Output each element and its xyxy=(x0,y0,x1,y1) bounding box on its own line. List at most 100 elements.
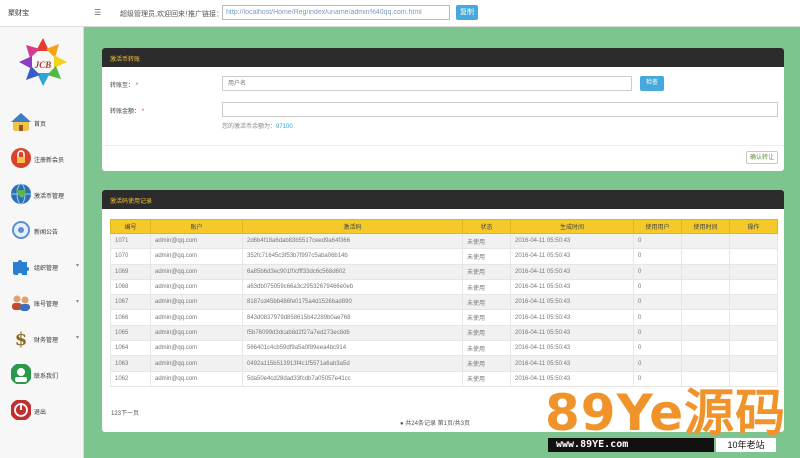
table-cell xyxy=(729,278,778,296)
table-cell xyxy=(681,309,730,326)
news-icon xyxy=(12,221,30,239)
table-row: 1067 admin@qq.com 8187cd45bb486fe0175a4d15… xyxy=(110,294,778,311)
watermark-url: www.89YE.com xyxy=(548,438,714,452)
svg-text:JCB: JCB xyxy=(34,60,52,70)
pagination-bullet: ● xyxy=(400,421,404,427)
sidebar: JCB 首页 注册新会员 激活币管理 新闻公告 组织管理 ▾ 账号管理 ▾ $ … xyxy=(0,27,84,458)
table-cell: 未使用 xyxy=(462,340,511,357)
table-cell: 2016-04-11 05:50:43 xyxy=(510,340,634,357)
table-cell: 843d0837979d858615b42289b0ae768 xyxy=(242,309,463,326)
sidebar-item-home[interactable]: 首页 xyxy=(0,107,84,143)
sidebar-item-news[interactable]: 新闻公告 xyxy=(0,215,84,251)
table-cell: 未使用 xyxy=(462,309,511,326)
table-cell xyxy=(681,278,730,296)
welcome-text: 超级管理员,欢迎回来！ xyxy=(120,11,192,18)
table-cell: 8187cd45bb486fe0175a4d1526bad890 xyxy=(242,294,463,311)
table-cell: 1066 xyxy=(110,309,151,326)
table-cell: 0 xyxy=(633,324,682,342)
copy-link-button[interactable]: 复制 xyxy=(456,5,478,20)
table-cell: 2016-04-11 05:50:43 xyxy=(510,278,634,296)
table-cell: 未使用 xyxy=(462,263,511,280)
transfer-to-label: 转账至： * xyxy=(110,83,139,89)
table-cell: 1070 xyxy=(110,248,151,265)
transfer-to-input[interactable] xyxy=(222,76,632,91)
sidebar-item-label: 新闻公告 xyxy=(34,230,59,236)
table-row: 1064 admin@qq.com 566401c4cb59df9a5a0f89ee… xyxy=(110,340,778,357)
check-button[interactable]: 检查 xyxy=(640,76,664,91)
sidebar-item-label: 首页 xyxy=(34,122,47,128)
table-cell: 未使用 xyxy=(462,370,511,387)
sidebar-item-label: 注册新会员 xyxy=(34,158,65,164)
confirm-transfer-button[interactable]: 确认转让 xyxy=(746,151,778,164)
table-cell: 未使用 xyxy=(462,232,511,250)
sidebar-item-label: 账号管理 xyxy=(34,302,59,308)
table-row: 1070 admin@qq.com 352fc71645c3f53b7f997c5a… xyxy=(110,248,778,265)
table-cell: 未使用 xyxy=(462,248,511,265)
table-cell xyxy=(729,232,778,250)
transfer-amount-input[interactable] xyxy=(222,102,778,117)
power-icon xyxy=(11,400,31,420)
column-header: 使用用户 xyxy=(633,219,682,234)
sidebar-item-account[interactable]: 账号管理 ▾ xyxy=(0,287,84,323)
menu-toggle-icon[interactable]: ☰ xyxy=(94,8,101,17)
column-header: 状态 xyxy=(462,219,511,234)
promo-link-input[interactable] xyxy=(222,5,450,20)
table-cell: 未使用 xyxy=(462,278,511,296)
sidebar-item-organization[interactable]: 组织管理 ▾ xyxy=(0,251,84,287)
watermark-logo: 89Ye源码 xyxy=(545,384,787,442)
table-cell xyxy=(681,263,730,280)
table-cell: admin@qq.com xyxy=(150,355,243,372)
table-cell: admin@qq.com xyxy=(150,263,243,280)
form-divider xyxy=(102,145,784,146)
table-row: 1065 admin@qq.com f5b76099d3dcab8d2f27a7ed… xyxy=(110,324,778,342)
transfer-panel-header: 激活币转账 xyxy=(102,48,784,67)
table-cell: admin@qq.com xyxy=(150,324,243,342)
table-cell: 1062 xyxy=(110,370,151,387)
table-cell xyxy=(729,355,778,372)
table-cell: f5b76099d3dcab8d2f27a7ed273ec8d6 xyxy=(242,324,463,342)
table-cell: admin@qq.com xyxy=(150,340,243,357)
table-cell: 352fc71645c3f53b7f997c5aba06b14b xyxy=(242,248,463,265)
table-cell xyxy=(681,248,730,265)
column-header: 激活码 xyxy=(242,219,463,234)
users-icon xyxy=(12,295,30,311)
sidebar-item-label: 退出 xyxy=(34,410,47,416)
records-panel-header: 激活码使用记录 xyxy=(102,190,784,209)
transfer-panel: 激活币转账 转账至： * 检查 转账金额： * 您的激活币余额为：97100 确… xyxy=(102,48,784,171)
column-header: 生成时间 xyxy=(510,219,634,234)
column-header: 使用时间 xyxy=(681,219,730,234)
table-cell: 2016-04-11 05:50:43 xyxy=(510,232,634,250)
table-row: 1069 admin@qq.com 6a85b6d3ec901f0cfff33dc6… xyxy=(110,263,778,280)
sidebar-item-logout[interactable]: 退出 xyxy=(0,395,84,431)
sidebar-item-finance[interactable]: $ 财务管理 ▾ xyxy=(0,323,84,359)
sidebar-item-register[interactable]: 注册新会员 xyxy=(0,143,84,179)
table-cell xyxy=(681,324,730,342)
table-cell: 0 xyxy=(633,340,682,357)
table-cell: 1063 xyxy=(110,355,151,372)
table-cell xyxy=(681,294,730,311)
table-row: 1071 admin@qq.com 2d6b4f18a6dab83b5517ceed… xyxy=(110,232,778,250)
column-header: 编号 xyxy=(110,219,151,234)
table-cell: 1067 xyxy=(110,294,151,311)
sidebar-item-label: 激活币管理 xyxy=(34,194,65,200)
sidebar-item-activation[interactable]: 激活币管理 xyxy=(0,179,84,215)
pagination-summary: ● 共24条记录 第1页/共3页 xyxy=(400,421,470,427)
home-icon xyxy=(11,113,31,131)
table-cell: 2016-04-11 05:50:43 xyxy=(510,355,634,372)
table-cell: 未使用 xyxy=(462,324,511,342)
table-cell xyxy=(681,232,730,250)
table-cell: 未使用 xyxy=(462,355,511,372)
table-cell: 2016-04-11 05:50:43 xyxy=(510,294,634,311)
table-cell xyxy=(681,340,730,357)
pagination-links[interactable]: 123下一页 xyxy=(111,408,139,417)
table-cell xyxy=(729,309,778,326)
table-cell: 2016-04-11 05:50:43 xyxy=(510,309,634,326)
table-cell: admin@qq.com xyxy=(150,294,243,311)
table-cell: 0 xyxy=(633,294,682,311)
app-logo: JCB xyxy=(19,38,67,86)
table-cell xyxy=(729,340,778,357)
table-body: 1071 admin@qq.com 2d6b4f18a6dab83b5517ceed… xyxy=(110,232,778,387)
brand-name: 聚财宝 xyxy=(8,10,29,17)
sidebar-item-contact[interactable]: 联系我们 xyxy=(0,359,84,395)
lock-icon xyxy=(11,148,31,168)
